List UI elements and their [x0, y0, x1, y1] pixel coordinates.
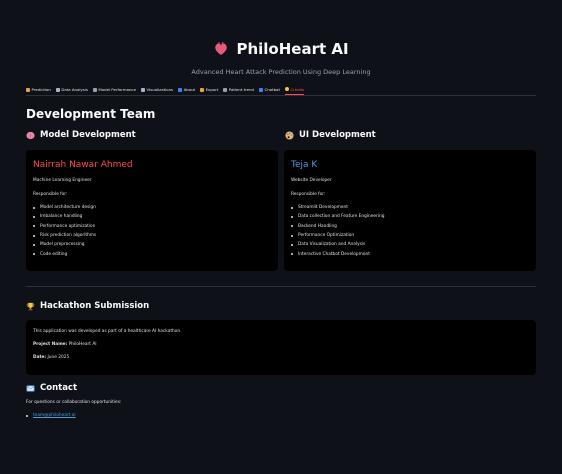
anatomical-heart-icon — [215, 41, 228, 55]
tab-bar: Prediction Data Analysis Model Performance… — [26, 84, 536, 96]
chat-icon — [259, 87, 263, 92]
tab-label: Data Analysis — [61, 87, 88, 92]
tab-prediction[interactable]: Prediction — [26, 84, 51, 95]
page-title: Development Team — [26, 107, 156, 121]
tab-label: Patient trend — [228, 87, 254, 92]
tab-model-performance[interactable]: Model Performance — [92, 84, 136, 95]
star-icon — [284, 87, 289, 91]
responsibility-item: Model architecture design — [33, 203, 96, 212]
app-title-row: PhiloHeart AI — [0, 40, 562, 58]
contact-email-link[interactable]: team@philoheart.ai — [33, 413, 76, 418]
date-line: Date: June 2025 — [33, 355, 69, 360]
tab-export[interactable]: Export — [200, 84, 218, 95]
palette-icon — [285, 130, 294, 140]
tab-visualizations[interactable]: Visualizations — [140, 84, 174, 95]
tab-label: Export — [205, 87, 219, 92]
model-developer-role: Machine Learning Engineer — [33, 178, 92, 183]
app-subtitle: Advanced Heart Attack Prediction Using D… — [191, 68, 371, 76]
tab-label: Credits — [290, 86, 305, 92]
model-development-heading: Model Development — [26, 130, 136, 140]
project-name-label: Project Name: — [33, 342, 68, 347]
section-divider — [26, 286, 536, 287]
ui-development-title: UI Development — [299, 130, 376, 140]
ui-developer-card: Teja K Website Developer Responsible for… — [284, 150, 536, 271]
tab-label: About — [183, 87, 196, 92]
tab-chatbot[interactable]: Chatbot — [259, 84, 280, 95]
responsibility-item: Model preprocessing — [33, 240, 96, 249]
responsibility-item: Data Visualization and Analysis — [291, 240, 384, 249]
export-icon — [200, 87, 205, 92]
hackathon-description: This application was developed as part o… — [33, 329, 182, 334]
date-value: June 2025 — [47, 355, 70, 360]
hackathon-card: This application was developed as part o… — [26, 320, 536, 375]
trophy-icon — [26, 302, 35, 310]
model-development-title: Model Development — [40, 130, 136, 140]
project-name-value: PhiloHeart AI — [68, 342, 97, 347]
app-page: PhiloHeart AI Advanced Heart Attack Pred… — [0, 0, 562, 474]
ui-developer-name: Teja K — [291, 160, 318, 170]
bar-chart-icon — [140, 87, 145, 92]
info-icon — [178, 87, 183, 92]
tab-credits[interactable]: Credits — [284, 84, 305, 95]
responsibility-item: Performance optimization — [33, 222, 96, 231]
model-developer-card: Nairrah Nawar Ahmed Machine Learning Eng… — [26, 150, 278, 271]
project-name-line: Project Name: PhiloHeart AI — [33, 342, 97, 347]
model-responsibilities-list: Model architecture design Imbalance handl… — [33, 203, 96, 259]
gear-icon — [92, 87, 97, 92]
app-title: PhiloHeart AI — [236, 40, 349, 58]
model-responsibilities-label: Responsible for: — [33, 192, 68, 197]
tab-patient-trend[interactable]: Patient trend — [223, 84, 254, 95]
tab-label: Model Performance — [98, 87, 136, 92]
contact-title: Contact — [40, 383, 78, 393]
tab-label: Visualizations — [146, 87, 174, 92]
contact-description: For questions or collaboration opportuni… — [26, 400, 122, 405]
tab-about[interactable]: About — [178, 84, 195, 95]
envelope-icon — [26, 384, 35, 392]
ui-development-heading: UI Development — [285, 130, 376, 140]
responsibility-item: Imbalance handling — [33, 212, 96, 221]
ui-responsibilities-list: Streamlit Development Data collection and… — [291, 203, 384, 259]
date-label: Date: — [33, 355, 47, 360]
tab-label: Prediction — [31, 87, 51, 92]
responsibility-item: Risk prediction algorithms — [33, 231, 96, 240]
hackathon-title: Hackathon Submission — [40, 301, 150, 311]
ui-responsibilities-label: Responsible for: — [291, 192, 326, 197]
brain-icon — [26, 131, 35, 139]
tab-data-analysis[interactable]: Data Analysis — [55, 84, 88, 95]
responsibility-item: Data collection and Feature Engineering — [291, 212, 384, 221]
model-developer-name: Nairrah Nawar Ahmed — [33, 160, 133, 170]
responsibility-item: Streamlit Development — [291, 203, 384, 212]
ui-developer-role: Website Developer — [291, 178, 332, 183]
responsibility-item: Performance Optimization — [291, 231, 384, 240]
contact-heading: Contact — [26, 383, 77, 393]
trend-icon — [223, 87, 228, 92]
hackathon-heading: Hackathon Submission — [26, 301, 149, 311]
chart-icon — [55, 87, 60, 92]
tab-label: Chatbot — [264, 87, 280, 92]
app-header: PhiloHeart AI Advanced Heart Attack Pred… — [0, 40, 562, 76]
responsibility-item: Interactive Chatbot Development — [291, 249, 384, 258]
contact-list-item: team@philoheart.ai — [26, 413, 76, 418]
responsibility-item: Backend Handling — [291, 222, 384, 231]
target-icon — [26, 87, 30, 92]
responsibility-item: Code editing — [33, 249, 96, 258]
